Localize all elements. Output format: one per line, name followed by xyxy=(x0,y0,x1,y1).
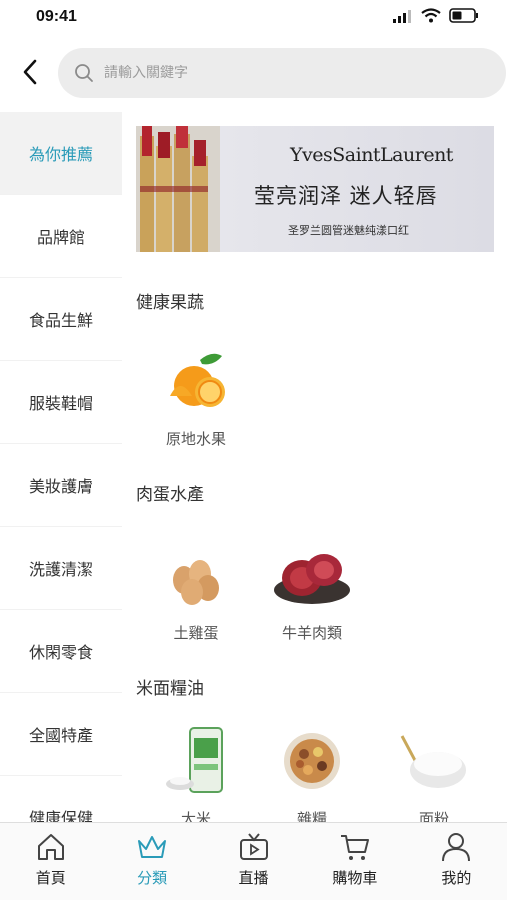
status-bar: 09:41 xyxy=(0,0,507,36)
chevron-left-icon xyxy=(23,59,37,85)
search-box[interactable] xyxy=(58,48,506,98)
bottom-tab-bar: 首頁 分類 直播 購物車 我的 xyxy=(0,822,507,900)
sidebar-item-recommended[interactable]: 為你推薦 xyxy=(0,112,122,195)
banner-brand: YvesSaintLaurent xyxy=(290,144,453,166)
tab-label: 我的 xyxy=(441,869,472,887)
signal-icon xyxy=(393,9,411,23)
back-button[interactable] xyxy=(14,54,46,90)
sidebar-item-apparel[interactable]: 服裝鞋帽 xyxy=(0,361,122,444)
sidebar-item-health[interactable]: 健康保健 xyxy=(0,776,122,822)
sidebar-item-brands[interactable]: 品牌館 xyxy=(0,195,122,278)
sidebar-item-label: 全國特產 xyxy=(28,726,93,745)
flour-icon xyxy=(400,735,466,788)
product-name: 原地水果 xyxy=(165,430,226,448)
search-icon xyxy=(75,64,93,82)
section-title-rice-grains: 米面糧油 xyxy=(136,679,204,699)
tab-label: 購物車 xyxy=(332,869,378,887)
sidebar-item-label: 休閑零食 xyxy=(28,643,93,662)
product-flour[interactable]: 面粉 xyxy=(384,726,484,822)
tab-home[interactable]: 首頁 xyxy=(0,823,101,900)
sidebar-item-label: 健康保健 xyxy=(28,809,93,822)
product-grains[interactable]: 雜糧 xyxy=(262,726,362,822)
tab-live[interactable]: 直播 xyxy=(203,823,304,900)
sidebar-item-fresh-food[interactable]: 食品生鮮 xyxy=(0,278,122,361)
product-fruit[interactable]: 原地水果 xyxy=(146,346,246,449)
grains-icon xyxy=(284,733,340,789)
product-name: 大米 xyxy=(180,810,211,822)
section-title-meat-eggs: 肉蛋水產 xyxy=(136,485,204,505)
orange-icon xyxy=(170,353,225,407)
banner-title: 莹亮润泽 迷人轻唇 xyxy=(254,184,438,208)
meat-icon xyxy=(274,554,350,604)
product-name: 面粉 xyxy=(418,810,449,822)
product-meat[interactable]: 牛羊肉類 xyxy=(262,540,362,643)
sidebar-item-beauty[interactable]: 美妝護膚 xyxy=(0,444,122,527)
product-eggs[interactable]: 土雞蛋 xyxy=(146,540,246,643)
product-rice[interactable]: 大米 xyxy=(146,726,246,822)
eggs-icon xyxy=(173,560,219,605)
battery-icon xyxy=(449,8,478,23)
product-name: 土雞蛋 xyxy=(173,624,219,642)
search-header xyxy=(0,40,507,104)
status-time: 09:41 xyxy=(36,8,77,25)
category-content: YvesSaintLaurent 莹亮润泽 迷人轻唇 圣罗兰圆管迷魅纯漾口红 健… xyxy=(122,112,507,822)
user-icon xyxy=(442,833,471,862)
sidebar-item-label: 美妝護膚 xyxy=(28,477,93,496)
home-icon xyxy=(37,834,64,860)
promo-banner[interactable]: YvesSaintLaurent 莹亮润泽 迷人轻唇 圣罗兰圆管迷魅纯漾口红 xyxy=(136,126,494,252)
wifi-icon xyxy=(421,8,441,23)
product-name: 雜糧 xyxy=(296,810,327,822)
section-title-fruits-veg: 健康果蔬 xyxy=(136,293,204,313)
category-sidebar: 為你推薦 品牌館 食品生鮮 服裝鞋帽 美妝護膚 洗護清潔 休閑零食 全國特產 健… xyxy=(0,112,122,822)
status-icons xyxy=(393,8,479,23)
cart-icon xyxy=(340,835,369,860)
rice-bag-icon xyxy=(166,727,223,793)
crown-icon xyxy=(138,836,167,858)
sidebar-item-label: 品牌館 xyxy=(36,228,85,247)
tab-categories[interactable]: 分類 xyxy=(101,823,202,900)
sidebar-item-snacks[interactable]: 休閑零食 xyxy=(0,610,122,693)
tab-label: 首頁 xyxy=(35,869,66,887)
tv-icon xyxy=(239,833,268,860)
tab-cart[interactable]: 購物車 xyxy=(304,823,405,900)
search-input[interactable] xyxy=(104,65,464,81)
tab-label: 直播 xyxy=(238,869,269,887)
sidebar-item-label: 食品生鮮 xyxy=(28,311,93,330)
sidebar-item-specialties[interactable]: 全國特產 xyxy=(0,693,122,776)
sidebar-item-label: 為你推薦 xyxy=(28,145,93,164)
product-name: 牛羊肉類 xyxy=(281,624,342,642)
lipstick-image xyxy=(136,126,220,252)
tab-profile[interactable]: 我的 xyxy=(406,823,507,900)
sidebar-item-label: 服裝鞋帽 xyxy=(28,394,93,413)
sidebar-item-cleaning[interactable]: 洗護清潔 xyxy=(0,527,122,610)
banner-subtitle: 圣罗兰圆管迷魅纯漾口红 xyxy=(288,224,409,237)
sidebar-item-label: 洗護清潔 xyxy=(28,560,93,579)
tab-label: 分類 xyxy=(137,869,168,887)
